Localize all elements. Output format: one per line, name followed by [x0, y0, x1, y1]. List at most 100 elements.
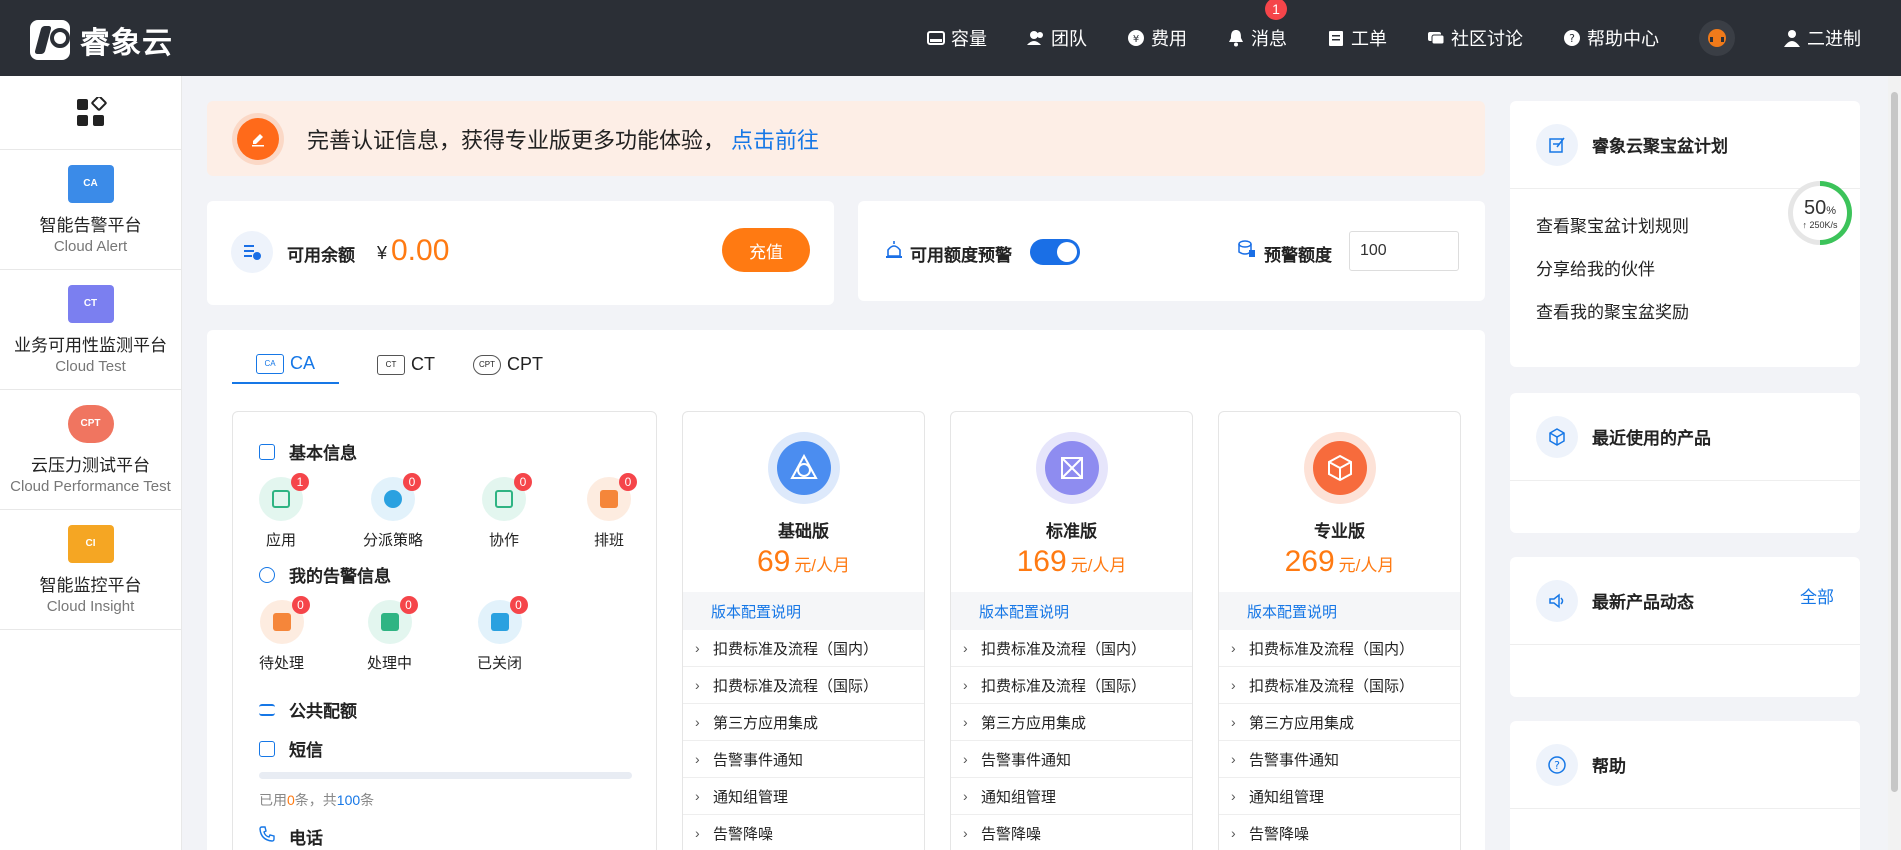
top-bar: 睿象云 容量 团队 ¥ 费用 消息 1 工单 社区讨论 ? 帮助中心 二进制 [0, 0, 1901, 76]
plan-feature-item[interactable]: › 扣费标准及流程（国际） [1219, 667, 1460, 704]
basic-info-title: 基本信息 [259, 439, 357, 464]
treasure-share-link[interactable]: 分享给我的伙伴 [1510, 246, 1860, 289]
tab-label: CA [290, 353, 316, 373]
nav-billing[interactable]: ¥ 费用 [1127, 25, 1187, 51]
plan-feature-item[interactable]: › 通知组管理 [951, 778, 1192, 815]
sidebar-item-cloud-insight[interactable]: CI 智能监控平台 Cloud Insight [0, 510, 181, 630]
plan-feature-item[interactable]: › 扣费标准及流程（国内） [1219, 630, 1460, 667]
edit-note-icon [1536, 123, 1578, 166]
nav-community[interactable]: 社区讨论 [1427, 25, 1523, 51]
nav-help[interactable]: ? 帮助中心 [1563, 25, 1659, 51]
notice-link[interactable]: 点击前往 [731, 123, 819, 155]
nav-user[interactable]: 二进制 [1783, 25, 1861, 51]
plan-config-link[interactable]: 版本配置说明 [951, 592, 1192, 630]
plan-feature-label: 扣费标准及流程（国际） [981, 677, 1147, 695]
tab-label: CPT [507, 354, 544, 374]
plan-feature-item[interactable]: › 告警降噪 [1219, 815, 1460, 850]
sidebar-item-cloud-alert[interactable]: CA 智能告警平台 Cloud Alert [0, 150, 181, 270]
sidebar-item-cloud-test[interactable]: CT 业务可用性监测平台 Cloud Test [0, 270, 181, 390]
chevron-right-icon: › [1231, 751, 1236, 767]
basic-item-dispatch[interactable]: 0 分派策略 [363, 473, 423, 550]
sms-usage-bar [259, 772, 632, 779]
plan-feature-item[interactable]: › 扣费标准及流程（国内） [951, 630, 1192, 667]
scrollbar-thumb[interactable] [1891, 92, 1898, 792]
sidebar-item-sublabel: Cloud Insight [46, 597, 135, 615]
wallet-icon [231, 231, 273, 273]
svg-text:¥: ¥ [1133, 34, 1139, 45]
plan-feature-item[interactable]: › 通知组管理 [683, 778, 924, 815]
plan-card-pro: 专业版 269 元/人月 版本配置说明 › 扣费标准及流程（国内） › 扣费标准及流程（… [1218, 411, 1461, 850]
sidebar-item-label: 智能告警平台 [39, 215, 142, 235]
product-news-header: 最新产品动态 全部 [1510, 557, 1860, 645]
sidebar-item-label: 智能监控平台 [39, 575, 142, 595]
alert-item-pending[interactable]: 0 待处理 [259, 596, 310, 673]
tab-ct[interactable]: CT CT [377, 353, 435, 384]
brand-name: 睿象云 [80, 27, 173, 60]
plan-feature-label: 扣费标准及流程（国内） [1249, 640, 1415, 658]
nav-label: 二进制 [1807, 29, 1861, 49]
treasure-rewards-link[interactable]: 查看我的聚宝盆奖励 [1510, 289, 1860, 332]
tab-cpt[interactable]: CPT CPT [473, 353, 543, 384]
plan-feature-item[interactable]: › 扣费标准及流程（国内） [683, 630, 924, 667]
nav-tickets[interactable]: 工单 [1327, 25, 1387, 51]
plan-feature-item[interactable]: › 告警降噪 [683, 815, 924, 850]
plan-feature-item[interactable]: › 第三方应用集成 [1219, 704, 1460, 741]
chevron-right-icon: › [1231, 825, 1236, 841]
plan-price: 169 元/人月 [1016, 545, 1127, 578]
cloud-alert-icon: CA [67, 164, 114, 203]
basic-item-collab[interactable]: 0 协作 [482, 473, 532, 550]
cloud-test-icon: CT [67, 284, 114, 323]
recent-products-card: 最近使用的产品 [1510, 393, 1860, 533]
plan-feature-item[interactable]: › 告警事件通知 [951, 741, 1192, 778]
plan-feature-label: 第三方应用集成 [981, 714, 1087, 732]
alert-item-processing[interactable]: 0 处理中 [367, 596, 418, 673]
plan-feature-item[interactable]: › 第三方应用集成 [951, 704, 1192, 741]
plan-config-link[interactable]: 版本配置说明 [1219, 592, 1460, 630]
sidebar-item-cloud-performance-test[interactable]: CPT 云压力测试平台 Cloud Performance Test [0, 390, 181, 510]
plan-feature-item[interactable]: › 第三方应用集成 [683, 704, 924, 741]
balance-label: 可用余额 [287, 246, 355, 265]
nav-messages[interactable]: 消息 1 [1227, 0, 1287, 51]
sidebar-item-label: 云压力测试平台 [31, 455, 150, 475]
plan-feature-item[interactable]: › 扣费标准及流程（国际） [683, 667, 924, 704]
basic-item-app[interactable]: 1 应用 [259, 473, 309, 550]
plan-feature-item[interactable]: › 通知组管理 [1219, 778, 1460, 815]
ticket-icon [1327, 29, 1345, 47]
chevron-right-icon: › [695, 825, 700, 841]
public-quota-title: 公共配额 [259, 697, 357, 722]
chevron-right-icon: › [963, 640, 968, 656]
chevron-right-icon: › [963, 714, 968, 730]
plan-config-link[interactable]: 版本配置说明 [683, 592, 924, 630]
nav-team[interactable]: 团队 [1027, 25, 1087, 51]
info-panel: 基本信息 1 应用 0 分派策略 0 协作 0 排班 我的告警信息 0 待处理 … [232, 411, 657, 850]
basic-item-schedule[interactable]: 0 排班 [587, 473, 637, 550]
nav-capacity[interactable]: 容量 [927, 25, 987, 51]
apps-menu[interactable] [0, 76, 181, 150]
plan-feature-label: 扣费标准及流程（国际） [713, 677, 879, 695]
network-icon: 0 [371, 473, 421, 521]
plan-feature-item[interactable]: › 告警降噪 [951, 815, 1192, 850]
plan-feature-item[interactable]: › 扣费标准及流程（国际） [951, 667, 1192, 704]
network-speed: ↑ 250K/s [1802, 219, 1838, 230]
plan-card-standard: 标准版 169 元/人月 版本配置说明 › 扣费标准及流程（国内） › 扣费标准及流程（… [950, 411, 1193, 850]
alert-item-closed[interactable]: 0 已关闭 [477, 596, 528, 673]
brand-logo[interactable]: 睿象云 [30, 18, 173, 62]
treasure-plan-title: 睿象云聚宝盆计划 [1592, 137, 1728, 156]
plan-feature-item[interactable]: › 告警事件通知 [1219, 741, 1460, 778]
product-news-card: 最新产品动态 全部 [1510, 557, 1860, 697]
basic-plan-icon [768, 432, 840, 504]
quota-warning-toggle[interactable] [1030, 239, 1080, 265]
phone-title: 电话 [259, 824, 323, 849]
network-speed-widget[interactable]: 50% ↑ 250K/s [1788, 181, 1852, 245]
quota-threshold-input[interactable] [1349, 231, 1459, 271]
plan-feature-item[interactable]: › 告警事件通知 [683, 741, 924, 778]
avatar[interactable] [1699, 20, 1735, 56]
tab-ca[interactable]: CA CA [232, 353, 340, 384]
news-all-link[interactable]: 全部 [1800, 583, 1834, 608]
chevron-right-icon: › [963, 751, 968, 767]
nav-label: 容量 [951, 29, 987, 49]
recharge-button[interactable]: 充值 [722, 228, 810, 272]
nav-label: 帮助中心 [1587, 29, 1659, 49]
page-scrollbar[interactable] [1888, 76, 1901, 850]
sms-title: 短信 [259, 736, 323, 761]
